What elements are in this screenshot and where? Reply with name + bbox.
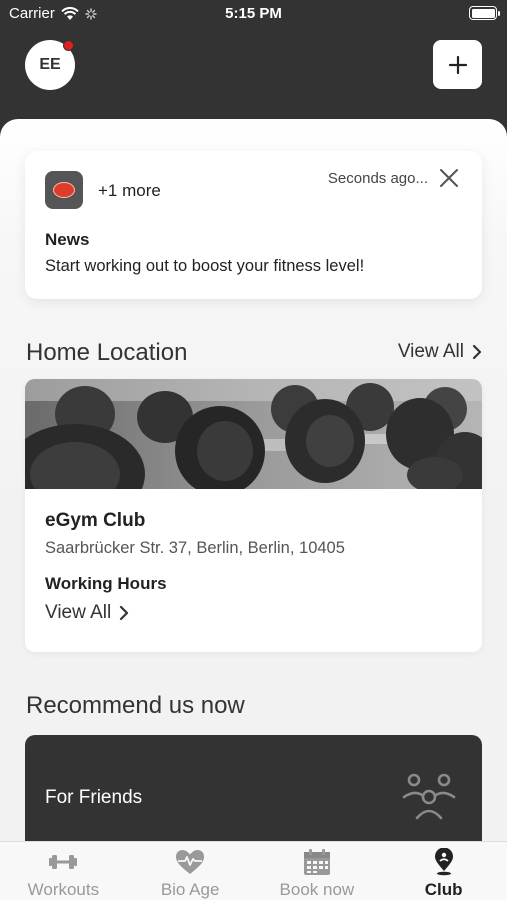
tab-label: Book now: [279, 880, 355, 899]
location-pin-icon: [434, 848, 453, 876]
heart-pulse-icon: [176, 850, 205, 874]
for-friends-card[interactable]: For Friends: [25, 735, 482, 841]
notification-body: Start working out to boost your fitness …: [45, 257, 365, 275]
close-icon[interactable]: [438, 167, 460, 189]
calendar-icon: [303, 849, 330, 875]
club-name: eGym Club: [45, 510, 146, 531]
main-content[interactable]: +1 more Seconds ago... News Start workin…: [0, 119, 507, 841]
tab-label: Club: [424, 880, 463, 899]
status-time: 5:15 PM: [225, 5, 282, 22]
tab-bar: Workouts Bio Age Book now Club: [0, 841, 507, 900]
tab-book-now[interactable]: Book now: [254, 842, 381, 900]
working-hours-label: Working Hours: [45, 574, 167, 593]
chevron-right-icon: [120, 605, 129, 621]
battery-icon: [469, 6, 500, 20]
plus-icon: [448, 55, 467, 74]
home-location-view-all[interactable]: View All: [398, 341, 482, 363]
tab-bio-age[interactable]: Bio Age: [127, 842, 254, 900]
notification-title: News: [45, 230, 90, 249]
for-friends-label: For Friends: [45, 787, 143, 808]
tab-workouts[interactable]: Workouts: [0, 842, 127, 900]
gym-dumbbells-image: [25, 379, 482, 489]
club-card[interactable]: eGym Club Saarbrücker Str. 37, Berlin, B…: [25, 379, 482, 652]
notification-time: Seconds ago...: [327, 170, 428, 187]
club-address: Saarbrücker Str. 37, Berlin, Berlin, 104…: [45, 539, 345, 557]
tab-club[interactable]: Club: [380, 842, 507, 900]
chevron-right-icon: [472, 344, 482, 360]
add-button[interactable]: [433, 40, 482, 89]
notification-more: +1 more: [98, 181, 161, 200]
notification-dot: [63, 40, 74, 51]
recommend-title: Recommend us now: [26, 692, 245, 719]
friends-icon: [402, 773, 456, 820]
avatar[interactable]: EE: [25, 40, 75, 90]
working-hours-view-all[interactable]: View All: [45, 602, 129, 624]
tab-label: Bio Age: [160, 880, 220, 899]
view-all-label: View All: [45, 602, 112, 623]
tab-label: Workouts: [27, 880, 100, 899]
notification-card[interactable]: +1 more Seconds ago... News Start workin…: [25, 151, 482, 299]
avatar-initials: EE: [39, 56, 61, 73]
home-location-title: Home Location: [26, 339, 188, 366]
app-logo-icon: [45, 171, 83, 209]
status-bar: Carrier 5:15 PM: [0, 0, 507, 28]
view-all-label: View All: [397, 341, 464, 362]
dumbbell-icon: [49, 855, 78, 869]
